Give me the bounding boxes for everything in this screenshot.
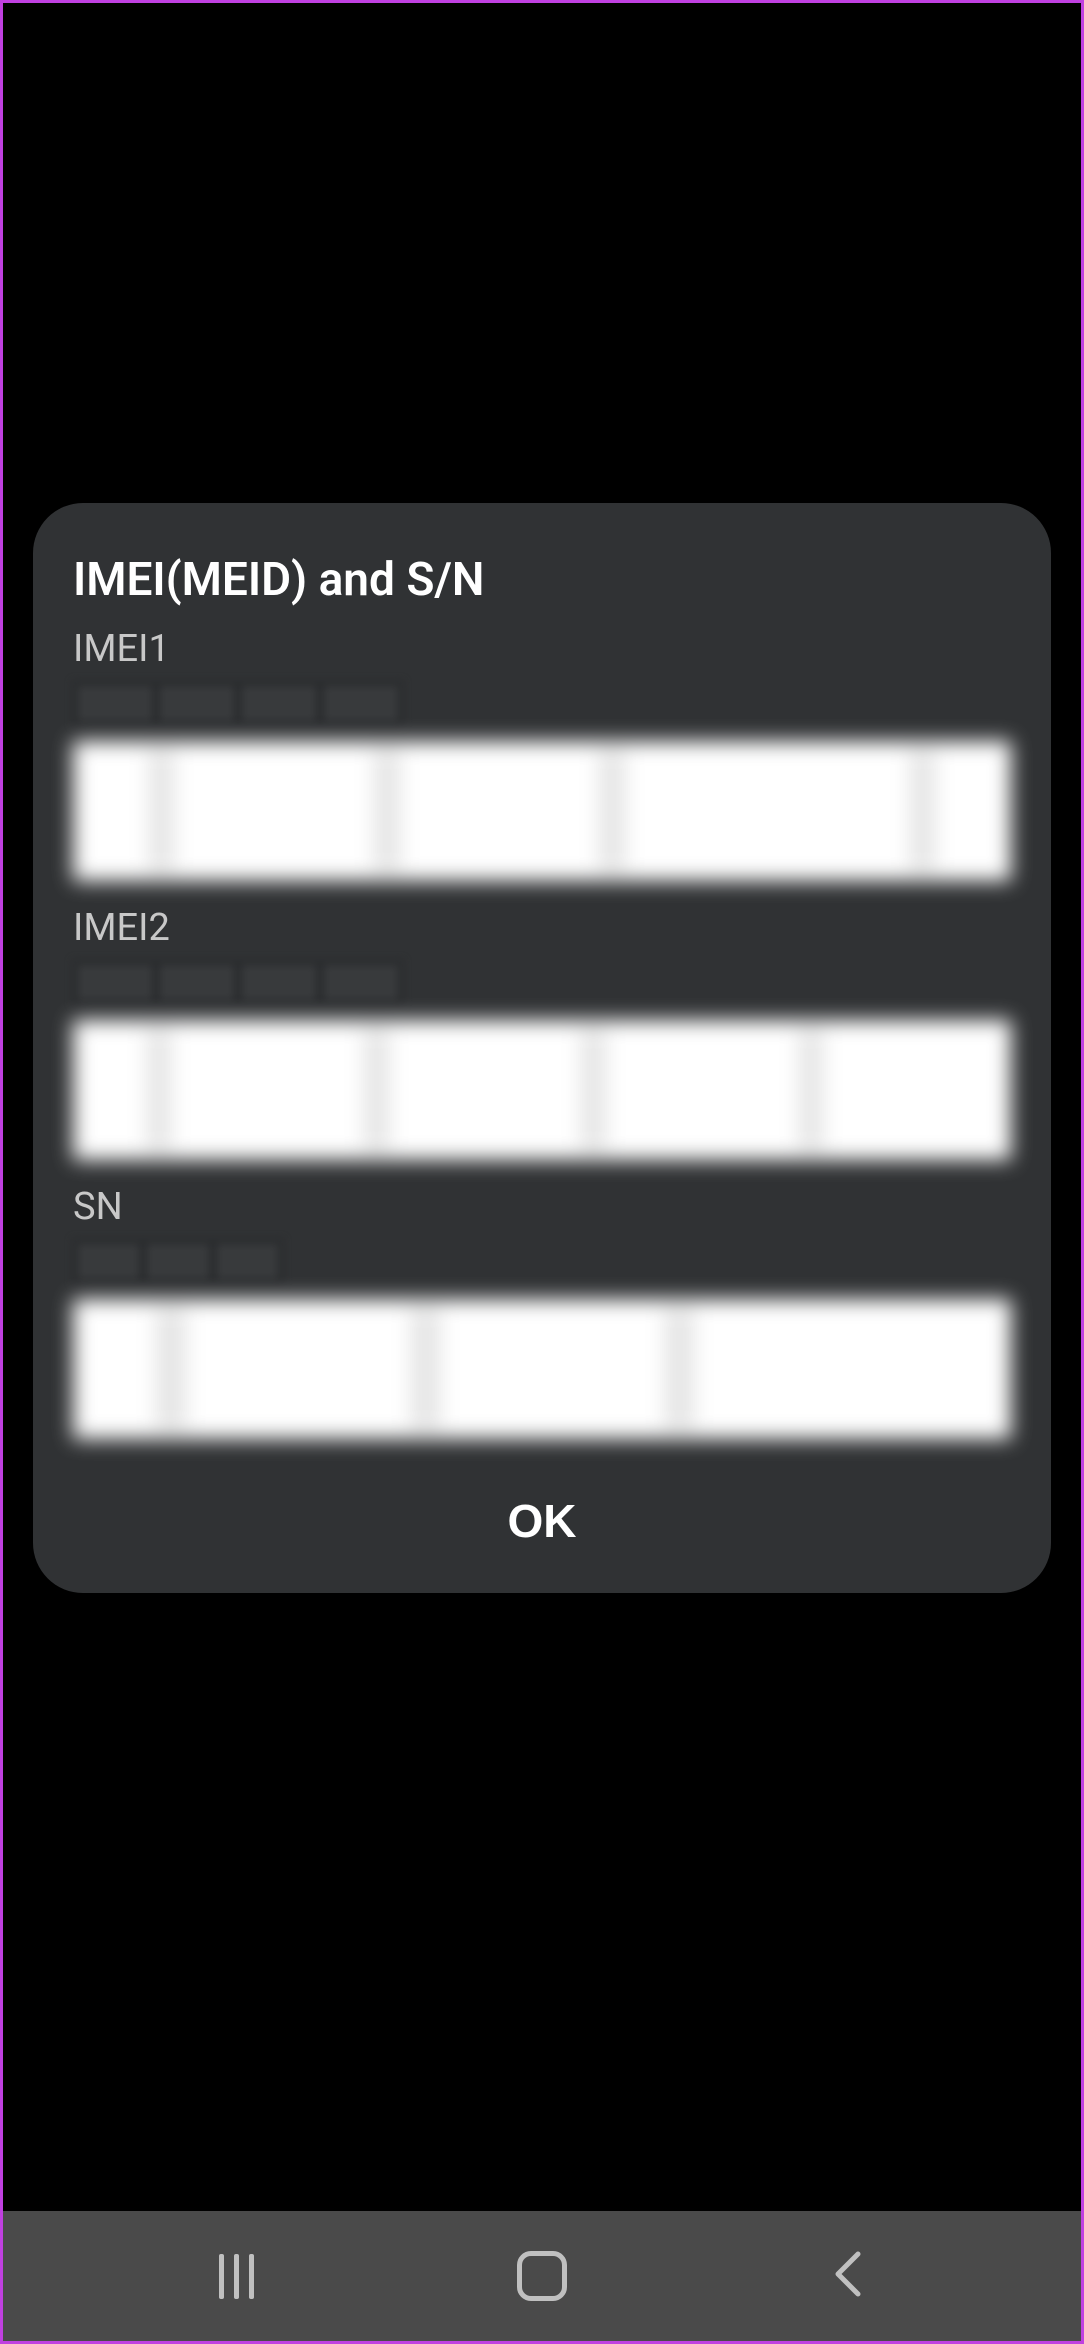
- home-button[interactable]: [492, 2246, 592, 2306]
- back-icon: [833, 2249, 863, 2303]
- sn-barcode-redacted: [73, 1299, 1011, 1439]
- home-icon: [517, 2251, 567, 2301]
- sn-value-text-redacted: [73, 1239, 283, 1284]
- ok-button[interactable]: OK: [73, 1464, 1011, 1563]
- imei1-label: IMEI1: [73, 627, 1011, 671]
- imei2-value-text-redacted: [73, 960, 403, 1005]
- recents-icon: [219, 2254, 254, 2299]
- back-button[interactable]: [798, 2246, 898, 2306]
- imei1-barcode-redacted: [73, 741, 1011, 881]
- imei1-value-text-redacted: [73, 681, 403, 726]
- sn-label: SN: [73, 1185, 1011, 1229]
- imei2-label: IMEI2: [73, 906, 1011, 950]
- recents-button[interactable]: [186, 2246, 286, 2306]
- dialog-title: IMEI(MEID) and S/N: [73, 553, 1011, 607]
- imei2-barcode-redacted: [73, 1020, 1011, 1160]
- imei-dialog: IMEI(MEID) and S/N IMEI1 IMEI2: [33, 503, 1051, 1593]
- navigation-bar: [3, 2211, 1081, 2341]
